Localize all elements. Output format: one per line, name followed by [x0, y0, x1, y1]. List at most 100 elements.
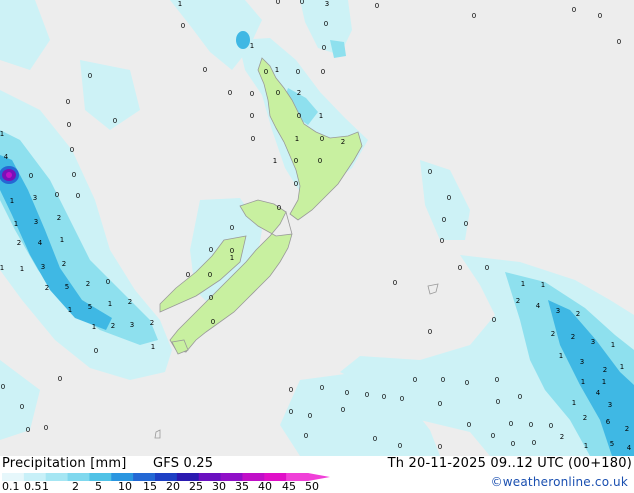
- precip-value-label: 0: [296, 68, 300, 76]
- legend-tick-label: 35: [235, 480, 249, 493]
- precip-value-label: 1: [108, 300, 112, 308]
- precip-value-label: 1: [14, 220, 18, 228]
- precip-value-label: 2: [583, 414, 587, 422]
- precip-value-label: 0: [208, 271, 212, 279]
- precip-value-label: 0: [297, 112, 301, 120]
- precip-value-label: 2: [297, 89, 301, 97]
- precip-value-label: 3: [41, 263, 45, 271]
- precip-value-label: 0: [496, 398, 500, 406]
- precip-value-label: 0: [382, 393, 386, 401]
- precip-value-label: 0: [393, 279, 397, 287]
- precip-value-label: 0: [230, 224, 234, 232]
- precip-value-label: 0: [442, 216, 446, 224]
- valid-time: Th 20-11-2025 09..12 UTC (00+180): [387, 456, 632, 471]
- precip-value-label: 0: [467, 421, 471, 429]
- legend-tick-label: 10: [118, 480, 132, 493]
- precip-value-label: 2: [150, 319, 154, 327]
- precip-value-label: 0: [441, 376, 445, 384]
- precip-value-label: 0: [398, 442, 402, 450]
- legend-tick-label: 20: [166, 480, 180, 493]
- precip-value-label: 4: [38, 239, 43, 247]
- precip-value-label: 0: [106, 278, 110, 286]
- legend-tick-label: 0.5: [24, 480, 42, 493]
- precip-value-label: 2: [17, 239, 21, 247]
- model-name: GFS 0.25: [153, 456, 214, 471]
- precip-value-label: 0: [289, 386, 293, 394]
- legend-tick-label: 50: [305, 480, 319, 493]
- precip-value-label: 0: [438, 400, 442, 408]
- precip-value-label: 0: [181, 22, 185, 30]
- precip-value-label: 0: [209, 246, 213, 254]
- precip-value-label: 0: [276, 0, 280, 6]
- precip-value-label: 1: [151, 343, 155, 351]
- precip-value-label: 0: [320, 135, 324, 143]
- precip-value-label: 0: [400, 395, 404, 403]
- precip-value-label: 0: [276, 89, 280, 97]
- precipitation-map[interactable]: 1 0 0 3 0 0 0 0 0 0 0 0 1 0 0 0 1 0 0 0 0 2 0 0 0 1 0 0 0 2 1 0 1 0 0 4 0 1 0 0…: [0, 0, 634, 456]
- precip-value-label: 2: [603, 366, 607, 374]
- precip-value-label: 1: [68, 306, 72, 314]
- precip-value-label: 2: [576, 310, 580, 318]
- precip-value-label: 2: [560, 433, 564, 441]
- precip-value-label: 0: [44, 424, 48, 432]
- precip-value-label: 1: [273, 157, 277, 165]
- precip-value-label: 2: [111, 322, 115, 330]
- precip-value-label: 2: [341, 138, 345, 146]
- legend-tick-label: 0.1: [2, 480, 20, 493]
- legend-tick-label: 1: [42, 480, 49, 493]
- footer-bar: Precipitation [mm] GFS 0.25 Th 20-11-202…: [0, 456, 634, 493]
- legend-tick-label: 2: [72, 480, 79, 493]
- precip-value-label: 0: [228, 89, 232, 97]
- precip-value-label: 3: [580, 358, 584, 366]
- precip-value-label: 2: [45, 284, 49, 292]
- precip-value-label: 1: [92, 323, 96, 331]
- precip-value-label: 0: [70, 146, 74, 154]
- precip-value-label: 1: [10, 197, 14, 205]
- precip-value-label: 0: [529, 421, 533, 429]
- precip-value-label: 0: [598, 12, 602, 20]
- precip-value-label: 0: [324, 20, 328, 28]
- precip-value-label: 5: [65, 283, 69, 291]
- precip-value-label: 0: [58, 375, 62, 383]
- precip-value-label: 1: [230, 254, 234, 262]
- precip-value-label: 0: [264, 68, 268, 76]
- precip-value-label: 0: [66, 98, 70, 106]
- precip-value-label: 0: [88, 72, 92, 80]
- precip-value-label: 0: [211, 318, 215, 326]
- precip-value-label: 0: [472, 12, 476, 20]
- precip-value-label: 0: [203, 66, 207, 74]
- precip-value-label: 2: [516, 297, 520, 305]
- precip-value-label: 0: [250, 112, 254, 120]
- precip-value-label: 1: [541, 281, 545, 289]
- precip-value-label: 0: [345, 389, 349, 397]
- precip-value-label: 1: [275, 66, 279, 74]
- legend-tick-label: 25: [189, 480, 203, 493]
- precip-value-label: 1: [0, 264, 4, 272]
- precip-value-label: 0: [438, 443, 442, 451]
- precip-value-label: 0: [464, 220, 468, 228]
- precip-value-label: 4: [596, 389, 601, 397]
- credit-link[interactable]: ©weatheronline.co.uk: [491, 475, 628, 489]
- precip-value-label: 1: [20, 265, 24, 273]
- precip-value-label: 3: [608, 401, 612, 409]
- precip-value-label: 2: [571, 333, 575, 341]
- precip-value-label: 0: [113, 117, 117, 125]
- precip-value-label: 0: [318, 157, 322, 165]
- precip-value-label: 0: [532, 439, 536, 447]
- precip-value-label: 0: [365, 391, 369, 399]
- legend-tick-label: 40: [258, 480, 272, 493]
- precip-value-label: 0: [76, 192, 80, 200]
- precip-value-label: 0: [428, 168, 432, 176]
- precip-value-label: 0: [277, 204, 281, 212]
- precip-value-label: 3: [33, 194, 37, 202]
- precip-value-label: 0: [186, 271, 190, 279]
- precip-value-label: 0: [55, 191, 59, 199]
- precip-value-label: 0: [250, 90, 254, 98]
- precip-value-label: 2: [128, 298, 132, 306]
- precip-value-label: 0: [341, 406, 345, 414]
- precip-value-label: 4: [536, 302, 541, 310]
- precip-value-label: 0: [492, 316, 496, 324]
- precip-value-label: 0: [321, 68, 325, 76]
- precip-value-label: 2: [551, 330, 555, 338]
- precip-value-label: 3: [556, 307, 560, 315]
